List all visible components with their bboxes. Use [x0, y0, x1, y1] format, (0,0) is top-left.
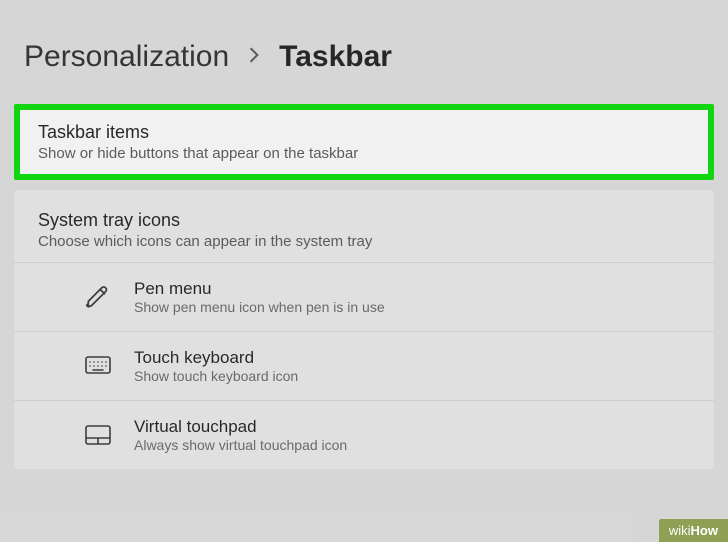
row-title: Virtual touchpad — [134, 417, 690, 437]
row-subtitle: Show pen menu icon when pen is in use — [134, 299, 690, 315]
row-subtitle: Always show virtual touchpad icon — [134, 437, 690, 453]
row-title: Pen menu — [134, 279, 690, 299]
virtual-touchpad-row[interactable]: Virtual touchpad Always show virtual tou… — [14, 400, 714, 469]
breadcrumb-current: Taskbar — [279, 40, 392, 74]
card-subtitle: Show or hide buttons that appear on the … — [38, 145, 690, 162]
touchpad-icon — [84, 421, 112, 449]
chevron-right-icon — [247, 44, 261, 70]
wikihow-watermark: wikiHow — [659, 519, 728, 542]
touch-keyboard-row[interactable]: Touch keyboard Show touch keyboard icon — [14, 331, 714, 400]
pen-icon — [84, 283, 112, 311]
taskbar-items-card[interactable]: Taskbar items Show or hide buttons that … — [14, 104, 714, 180]
card-subtitle: Choose which icons can appear in the sys… — [38, 233, 690, 250]
keyboard-icon — [84, 352, 112, 380]
pen-menu-row[interactable]: Pen menu Show pen menu icon when pen is … — [14, 262, 714, 331]
row-title: Touch keyboard — [134, 348, 690, 368]
row-subtitle: Show touch keyboard icon — [134, 368, 690, 384]
card-header: System tray icons Choose which icons can… — [14, 190, 714, 262]
card-title: System tray icons — [38, 210, 690, 231]
breadcrumb: Personalization Taskbar — [0, 0, 728, 104]
settings-content: Taskbar items Show or hide buttons that … — [0, 104, 728, 469]
system-tray-card[interactable]: System tray icons Choose which icons can… — [14, 190, 714, 469]
card-title: Taskbar items — [38, 122, 690, 143]
breadcrumb-parent[interactable]: Personalization — [24, 40, 229, 74]
